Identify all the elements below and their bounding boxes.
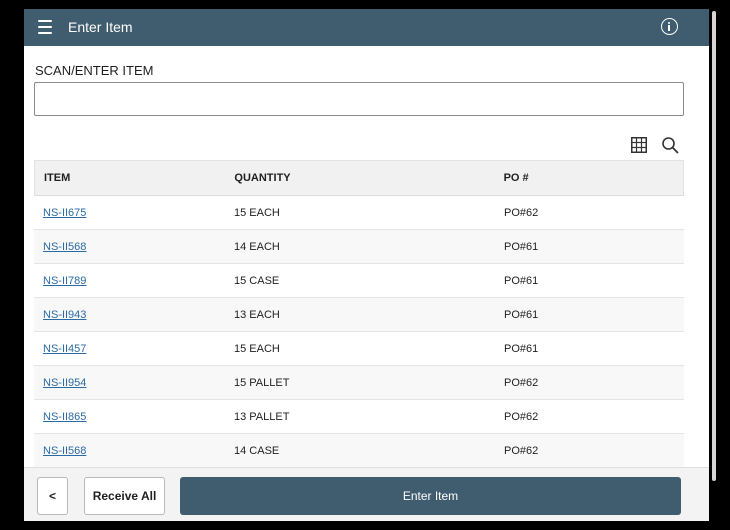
column-header-item: ITEM [44, 172, 71, 184]
po-cell: PO#62 [504, 410, 539, 423]
column-header-po: PO # [503, 172, 529, 184]
item-link[interactable]: NS-II568 [43, 241, 86, 253]
item-link[interactable]: NS-II457 [43, 343, 86, 355]
table-body: NS-II675 15 EACH PO#62 NS-II568 14 EACH … [34, 196, 684, 468]
grid-view-icon[interactable] [631, 137, 647, 153]
search-icon[interactable] [661, 136, 679, 154]
table-row: NS-II568 14 CASE PO#62 [34, 434, 684, 468]
quantity-cell: 14 CASE [234, 444, 280, 457]
po-cell: PO#61 [504, 274, 539, 287]
item-link[interactable]: NS-II865 [43, 411, 86, 423]
items-table: ITEM QUANTITY PO # NS-II675 15 EACH PO#6… [34, 160, 684, 468]
hamburger-menu-icon[interactable] [38, 20, 52, 34]
column-header-quantity: QUANTITY [234, 172, 291, 184]
scan-item-input[interactable] [34, 82, 684, 116]
quantity-cell: 15 PALLET [234, 376, 290, 389]
po-cell: PO#62 [504, 206, 539, 219]
back-button[interactable]: < [37, 477, 68, 515]
quantity-cell: 13 EACH [234, 308, 280, 321]
item-link[interactable]: NS-II568 [43, 445, 86, 457]
table-row: NS-II789 15 CASE PO#61 [34, 264, 684, 298]
quantity-cell: 15 EACH [234, 206, 280, 219]
receive-all-button[interactable]: Receive All [84, 477, 165, 515]
quantity-cell: 15 CASE [234, 274, 280, 287]
item-link[interactable]: NS-II943 [43, 309, 86, 321]
table-row: NS-II568 14 EACH PO#61 [34, 230, 684, 264]
po-cell: PO#61 [504, 240, 539, 253]
device-frame: Enter Item SCAN/ENTER ITEM ITEM QUANTITY… [10, 9, 720, 521]
item-link[interactable]: NS-II954 [43, 377, 86, 389]
footer-bar: < Receive All Enter Item [24, 467, 709, 521]
table-row: NS-II943 13 EACH PO#61 [34, 298, 684, 332]
scrollbar-thumb[interactable] [712, 11, 716, 481]
table-row: NS-II675 15 EACH PO#62 [34, 196, 684, 230]
quantity-cell: 13 PALLET [234, 410, 290, 423]
scan-item-label: SCAN/ENTER ITEM [35, 63, 154, 78]
po-cell: PO#61 [504, 308, 539, 321]
table-row: NS-II457 15 EACH PO#61 [34, 332, 684, 366]
enter-item-button[interactable]: Enter Item [180, 477, 681, 515]
app-screen: Enter Item SCAN/ENTER ITEM ITEM QUANTITY… [24, 9, 709, 521]
po-cell: PO#62 [504, 376, 539, 389]
po-cell: PO#62 [504, 444, 539, 457]
po-cell: PO#61 [504, 342, 539, 355]
quantity-cell: 14 EACH [234, 240, 280, 253]
table-row: NS-II954 15 PALLET PO#62 [34, 366, 684, 400]
item-link[interactable]: NS-II675 [43, 207, 86, 219]
table-header: ITEM QUANTITY PO # [34, 160, 684, 196]
page-title: Enter Item [68, 19, 133, 35]
info-icon[interactable] [661, 18, 678, 35]
app-header: Enter Item [24, 9, 709, 46]
table-row: NS-II865 13 PALLET PO#62 [34, 400, 684, 434]
item-link[interactable]: NS-II789 [43, 275, 86, 287]
quantity-cell: 15 EACH [234, 342, 280, 355]
